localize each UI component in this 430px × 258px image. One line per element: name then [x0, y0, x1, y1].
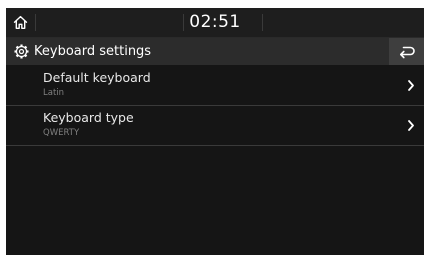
page-title: Keyboard settings: [34, 44, 152, 59]
keyboard-type-item[interactable]: Keyboard type QWERTY: [6, 106, 424, 146]
chevron-right-icon: [408, 120, 414, 131]
screen: 02:51 Keyboard settings Default keyboard…: [6, 8, 424, 255]
back-arrow-icon: [399, 46, 415, 58]
default-keyboard-label: Default keyboard: [43, 70, 151, 85]
keyboard-type-label: Keyboard type: [43, 110, 134, 125]
keyboard-type-value: QWERTY: [43, 128, 80, 138]
status-bar: 02:51: [6, 8, 424, 38]
back-button[interactable]: [389, 38, 424, 65]
default-keyboard-value: Latin: [43, 88, 65, 98]
title-bar: Keyboard settings: [6, 38, 424, 65]
default-keyboard-item[interactable]: Default keyboard Latin: [6, 66, 424, 106]
chevron-right-icon: [408, 80, 414, 91]
gear-icon: [14, 44, 29, 59]
clock: 02:51: [189, 12, 241, 32]
settings-list: Default keyboard Latin Keyboard type QWE…: [6, 66, 424, 146]
